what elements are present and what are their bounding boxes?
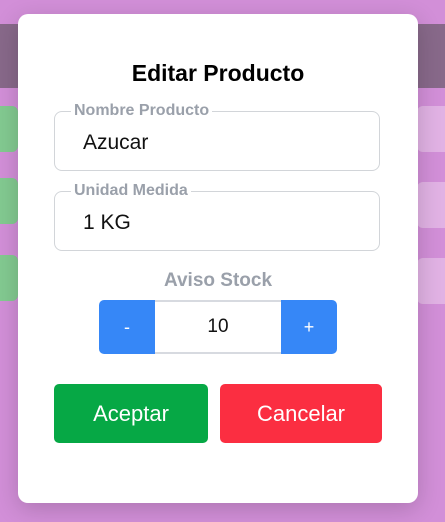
background-row-left <box>0 178 18 224</box>
unit-measure-value[interactable]: 1 KG <box>83 211 131 235</box>
decrement-button[interactable]: - <box>99 300 155 354</box>
unit-measure-field[interactable]: Unidad Medida 1 KG <box>54 182 380 251</box>
increment-button[interactable]: + <box>281 300 337 354</box>
background-row-left <box>0 106 18 152</box>
modal-title: Editar Producto <box>131 60 305 86</box>
product-name-legend: Nombre Producto <box>71 102 213 120</box>
background-row-right <box>417 106 445 152</box>
unit-measure-legend: Unidad Medida <box>71 182 191 200</box>
background-row-left <box>0 255 18 301</box>
background-row-right <box>417 182 445 228</box>
edit-product-modal: Editar Producto Nombre Producto Azucar U… <box>18 14 418 503</box>
background-header-left <box>0 24 18 88</box>
cancel-button[interactable]: Cancelar <box>220 384 382 443</box>
stock-alert-stepper: - 10 + <box>99 300 337 354</box>
accept-button[interactable]: Aceptar <box>54 384 208 443</box>
stock-alert-input[interactable]: 10 <box>155 300 281 354</box>
background-row-right <box>417 258 445 304</box>
stock-alert-label: Aviso Stock <box>163 270 273 291</box>
background-header-right <box>417 24 445 88</box>
product-name-field[interactable]: Nombre Producto Azucar <box>54 102 380 171</box>
product-name-value[interactable]: Azucar <box>83 131 148 155</box>
